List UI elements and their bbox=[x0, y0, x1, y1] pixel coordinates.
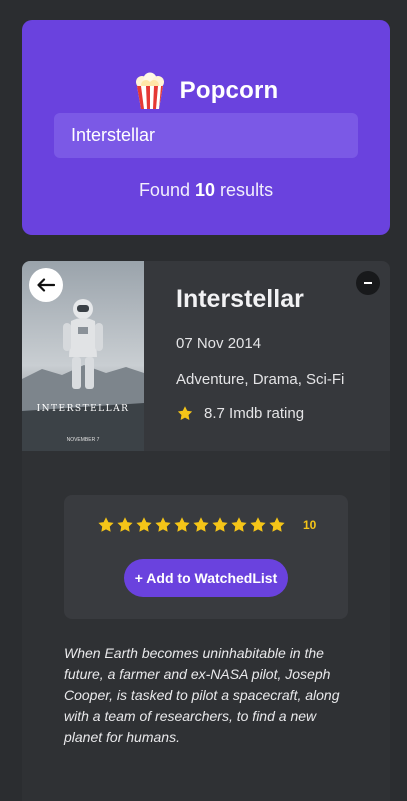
header-card: Popcorn Found 10 results bbox=[22, 20, 390, 235]
star-icon bbox=[97, 516, 114, 532]
movie-title: Interstellar bbox=[176, 285, 304, 313]
arrow-left-icon bbox=[37, 278, 55, 292]
app-title: Popcorn bbox=[179, 77, 279, 104]
user-rating-panel: 10 + Add to WatchedList bbox=[64, 495, 348, 619]
imdb-rating-label: Imdb rating bbox=[229, 405, 305, 422]
poster-title: INTERSTELLAR bbox=[37, 404, 130, 414]
star-icon bbox=[177, 406, 193, 420]
minus-icon bbox=[364, 282, 372, 284]
rating-star-5[interactable] bbox=[172, 516, 191, 533]
add-to-watchedlist-button[interactable]: + Add to WatchedList bbox=[124, 559, 288, 597]
release-date: 07 Nov 2014 bbox=[176, 335, 262, 352]
user-rating-value: 10 bbox=[303, 517, 317, 532]
star-icon bbox=[116, 516, 133, 532]
star-icon bbox=[268, 516, 285, 532]
star-icon bbox=[192, 516, 209, 532]
movie-genres: Adventure, Drama, Sci-Fi bbox=[176, 371, 345, 388]
rating-star-8[interactable] bbox=[229, 516, 248, 533]
close-button[interactable] bbox=[356, 271, 380, 295]
rating-star-10[interactable] bbox=[267, 516, 286, 533]
rating-star-9[interactable] bbox=[248, 516, 267, 533]
star-icon bbox=[135, 516, 152, 532]
brand: Popcorn bbox=[22, 72, 390, 110]
star-rating: 10 bbox=[96, 516, 316, 533]
results-prefix: Found bbox=[138, 180, 190, 200]
poster-release: NOVEMBER 7 bbox=[67, 437, 100, 443]
imdb-rating: 8.7 Imdb rating bbox=[176, 405, 304, 422]
rating-star-1[interactable] bbox=[96, 516, 115, 533]
star-icon bbox=[173, 516, 190, 532]
rating-star-7[interactable] bbox=[210, 516, 229, 533]
star-icon bbox=[154, 516, 171, 532]
movie-details-card: INTERSTELLAR NOVEMBER 7 Interstellar 07 … bbox=[22, 261, 390, 801]
star-icon bbox=[249, 516, 266, 532]
back-button[interactable] bbox=[29, 268, 63, 302]
rating-star-6[interactable] bbox=[191, 516, 210, 533]
search-input[interactable] bbox=[54, 113, 358, 158]
rating-star-3[interactable] bbox=[134, 516, 153, 533]
star-icon bbox=[230, 516, 247, 532]
rating-star-2[interactable] bbox=[115, 516, 134, 533]
star-icon bbox=[211, 516, 228, 532]
movie-plot: When Earth becomes uninhabitable in the … bbox=[64, 645, 340, 745]
results-suffix: results bbox=[220, 180, 274, 200]
results-summary: Found 10 results bbox=[22, 180, 390, 201]
rating-star-4[interactable] bbox=[153, 516, 172, 533]
popcorn-icon bbox=[134, 72, 166, 110]
results-count: 10 bbox=[195, 180, 216, 200]
imdb-rating-value: 8.7 bbox=[204, 405, 225, 422]
